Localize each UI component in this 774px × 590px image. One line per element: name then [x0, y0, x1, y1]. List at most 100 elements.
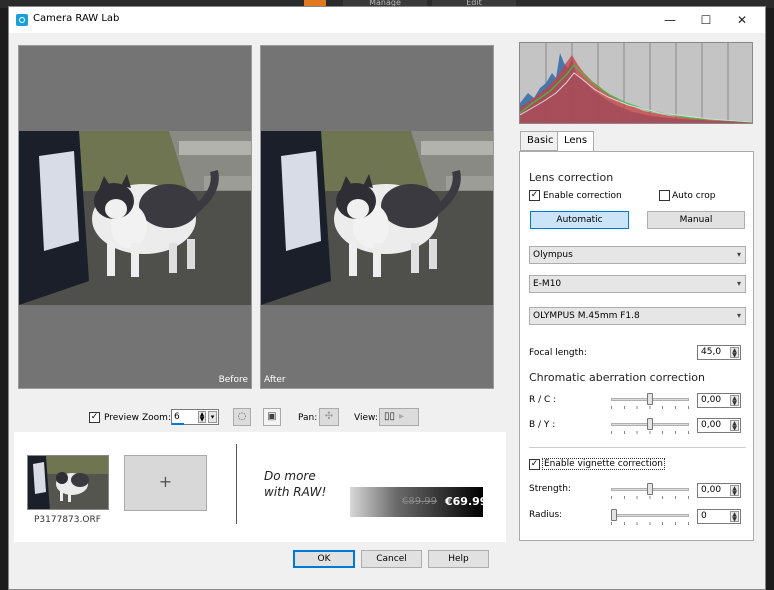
rc-value: 0,00 — [701, 395, 722, 405]
view-label: View: — [354, 413, 378, 423]
new-price: €69.99 — [445, 495, 488, 508]
full-view-icon[interactable]: ▣ — [263, 408, 281, 426]
strength-value: 0,00 — [701, 485, 722, 495]
thumbnail-image — [28, 456, 108, 509]
maximize-button[interactable]: ☐ — [691, 10, 721, 30]
before-photo — [19, 131, 251, 305]
lens-select[interactable]: OLYMPUS M.45mm F1.8 ▾ — [529, 307, 746, 325]
tab-lens[interactable]: Lens — [557, 131, 595, 152]
split-view-icon[interactable]: ▯▯ ▸ — [379, 408, 419, 426]
stepper-icon[interactable]: ▲ ▼ — [730, 420, 739, 432]
fit-icon[interactable]: ◌ — [233, 408, 251, 426]
vignette-checkbox[interactable]: ✓ — [529, 459, 540, 470]
zoom-value: 6 — [174, 412, 180, 422]
focal-length-value: 45,0 — [701, 347, 722, 357]
rc-input[interactable]: 0,00 ▲ ▼ — [697, 393, 741, 408]
camera-raw-icon — [16, 14, 28, 26]
strength-label: Strength: — [529, 484, 571, 494]
thumbnail-filename: P3177873.ORF — [34, 515, 101, 525]
old-price: €89.99 — [402, 496, 437, 507]
by-value: 0,00 — [701, 420, 722, 430]
rc-slider[interactable] — [611, 393, 689, 409]
stepper-icon[interactable]: ▲ ▼ — [730, 395, 739, 407]
rc-label: R / C : — [529, 395, 557, 405]
histogram — [519, 42, 753, 124]
minimize-button[interactable]: — — [655, 10, 685, 30]
maker-value: Olympus — [533, 250, 573, 260]
after-photo — [261, 131, 493, 305]
zoom-underline — [172, 423, 184, 425]
automatic-button[interactable]: Automatic — [530, 211, 629, 229]
host-right-panel — [766, 8, 774, 590]
focal-length-input[interactable]: 45,0 ▲ ▼ — [697, 345, 741, 360]
divider — [236, 444, 237, 524]
auto-crop-label: Auto crop — [672, 191, 716, 201]
strength-input[interactable]: 0,00 ▲ ▼ — [697, 483, 741, 498]
add-image-button[interactable]: + — [124, 455, 207, 511]
maker-select[interactable]: Olympus ▾ — [529, 246, 746, 264]
after-preview[interactable]: After — [260, 45, 494, 389]
chevron-down-icon: ▾ — [736, 279, 741, 288]
stepper-icon[interactable]: ▲ ▼ — [730, 511, 739, 523]
lens-value: OLYMPUS M.45mm F1.8 — [533, 311, 640, 321]
camera-select[interactable]: E-M10 ▾ — [529, 275, 746, 293]
slider-ticks — [611, 431, 689, 434]
by-slider[interactable] — [611, 418, 689, 434]
chevron-down-icon: ▾ — [736, 311, 741, 320]
by-input[interactable]: 0,00 ▲ ▼ — [697, 418, 741, 433]
divider — [529, 447, 746, 448]
window-title: Camera RAW Lab — [33, 13, 120, 24]
slider-thumb[interactable] — [611, 509, 617, 521]
close-button[interactable]: ✕ — [727, 10, 757, 30]
stepper-icon[interactable]: ▲ ▼ — [198, 411, 206, 423]
pan-icon[interactable]: ✣ — [319, 408, 339, 426]
lens-panel: Lens correction ✓ Enable correction Auto… — [519, 151, 754, 541]
radius-input[interactable]: 0 ▲ ▼ — [697, 509, 741, 524]
auto-crop-checkbox[interactable] — [659, 190, 670, 201]
lens-correction-title: Lens correction — [529, 171, 614, 184]
title-bar[interactable]: Camera RAW Lab — ☐ ✕ — [9, 7, 765, 33]
chromatic-title: Chromatic aberration correction — [529, 371, 705, 384]
slider-ticks — [611, 406, 689, 409]
enable-correction-label: Enable correction — [543, 191, 622, 201]
slider-thumb[interactable] — [647, 393, 653, 405]
before-preview[interactable]: Before — [18, 45, 252, 389]
after-label: After — [264, 375, 286, 385]
histogram-graph — [520, 43, 752, 123]
slider-track — [611, 514, 689, 517]
slider-thumb[interactable] — [647, 418, 653, 430]
zoom-dropdown-icon[interactable]: ▾ — [208, 411, 217, 423]
stepper-icon[interactable]: ▲ ▼ — [730, 485, 739, 497]
by-label: B / Y : — [529, 420, 556, 430]
promo-banner[interactable]: €89.99 €69.99 — [350, 487, 487, 517]
preview-checkbox[interactable]: ✓ — [89, 412, 100, 423]
promo-text: Do more with RAW! — [264, 469, 327, 499]
chevron-down-icon: ▾ — [736, 250, 741, 259]
cancel-button[interactable]: Cancel — [361, 550, 422, 568]
zoom-label: Zoom: — [142, 413, 171, 423]
ok-button[interactable]: OK — [293, 550, 355, 568]
radius-value: 0 — [701, 511, 707, 521]
cat-photo — [261, 131, 493, 305]
help-button[interactable]: Help — [428, 550, 489, 568]
enable-correction-checkbox[interactable]: ✓ — [529, 190, 540, 201]
cat-photo — [19, 131, 251, 305]
preview-label: Preview — [104, 413, 140, 423]
camera-value: E-M10 — [533, 279, 562, 289]
focal-length-label: Focal length: — [529, 348, 587, 358]
filmstrip-panel: P3177873.ORF + Do more with RAW! €89.99 … — [14, 432, 506, 542]
tab-basic[interactable]: Basic — [520, 131, 561, 151]
stepper-icon[interactable]: ▲ ▼ — [730, 347, 739, 359]
radius-label: Radius: — [529, 510, 563, 520]
thumbnail[interactable] — [27, 455, 109, 510]
slider-ticks — [611, 522, 689, 525]
strength-slider[interactable] — [611, 483, 689, 499]
manual-button[interactable]: Manual — [647, 211, 745, 229]
radius-slider[interactable] — [611, 509, 689, 525]
camera-raw-dialog: Camera RAW Lab — ☐ ✕ Before After ✓ Prev… — [8, 6, 766, 590]
host-left-panel — [0, 8, 8, 590]
pan-label: Pan: — [298, 413, 318, 423]
slider-thumb[interactable] — [647, 483, 653, 495]
before-label: Before — [218, 375, 248, 385]
vignette-label: Enable vignette correction — [542, 458, 665, 470]
